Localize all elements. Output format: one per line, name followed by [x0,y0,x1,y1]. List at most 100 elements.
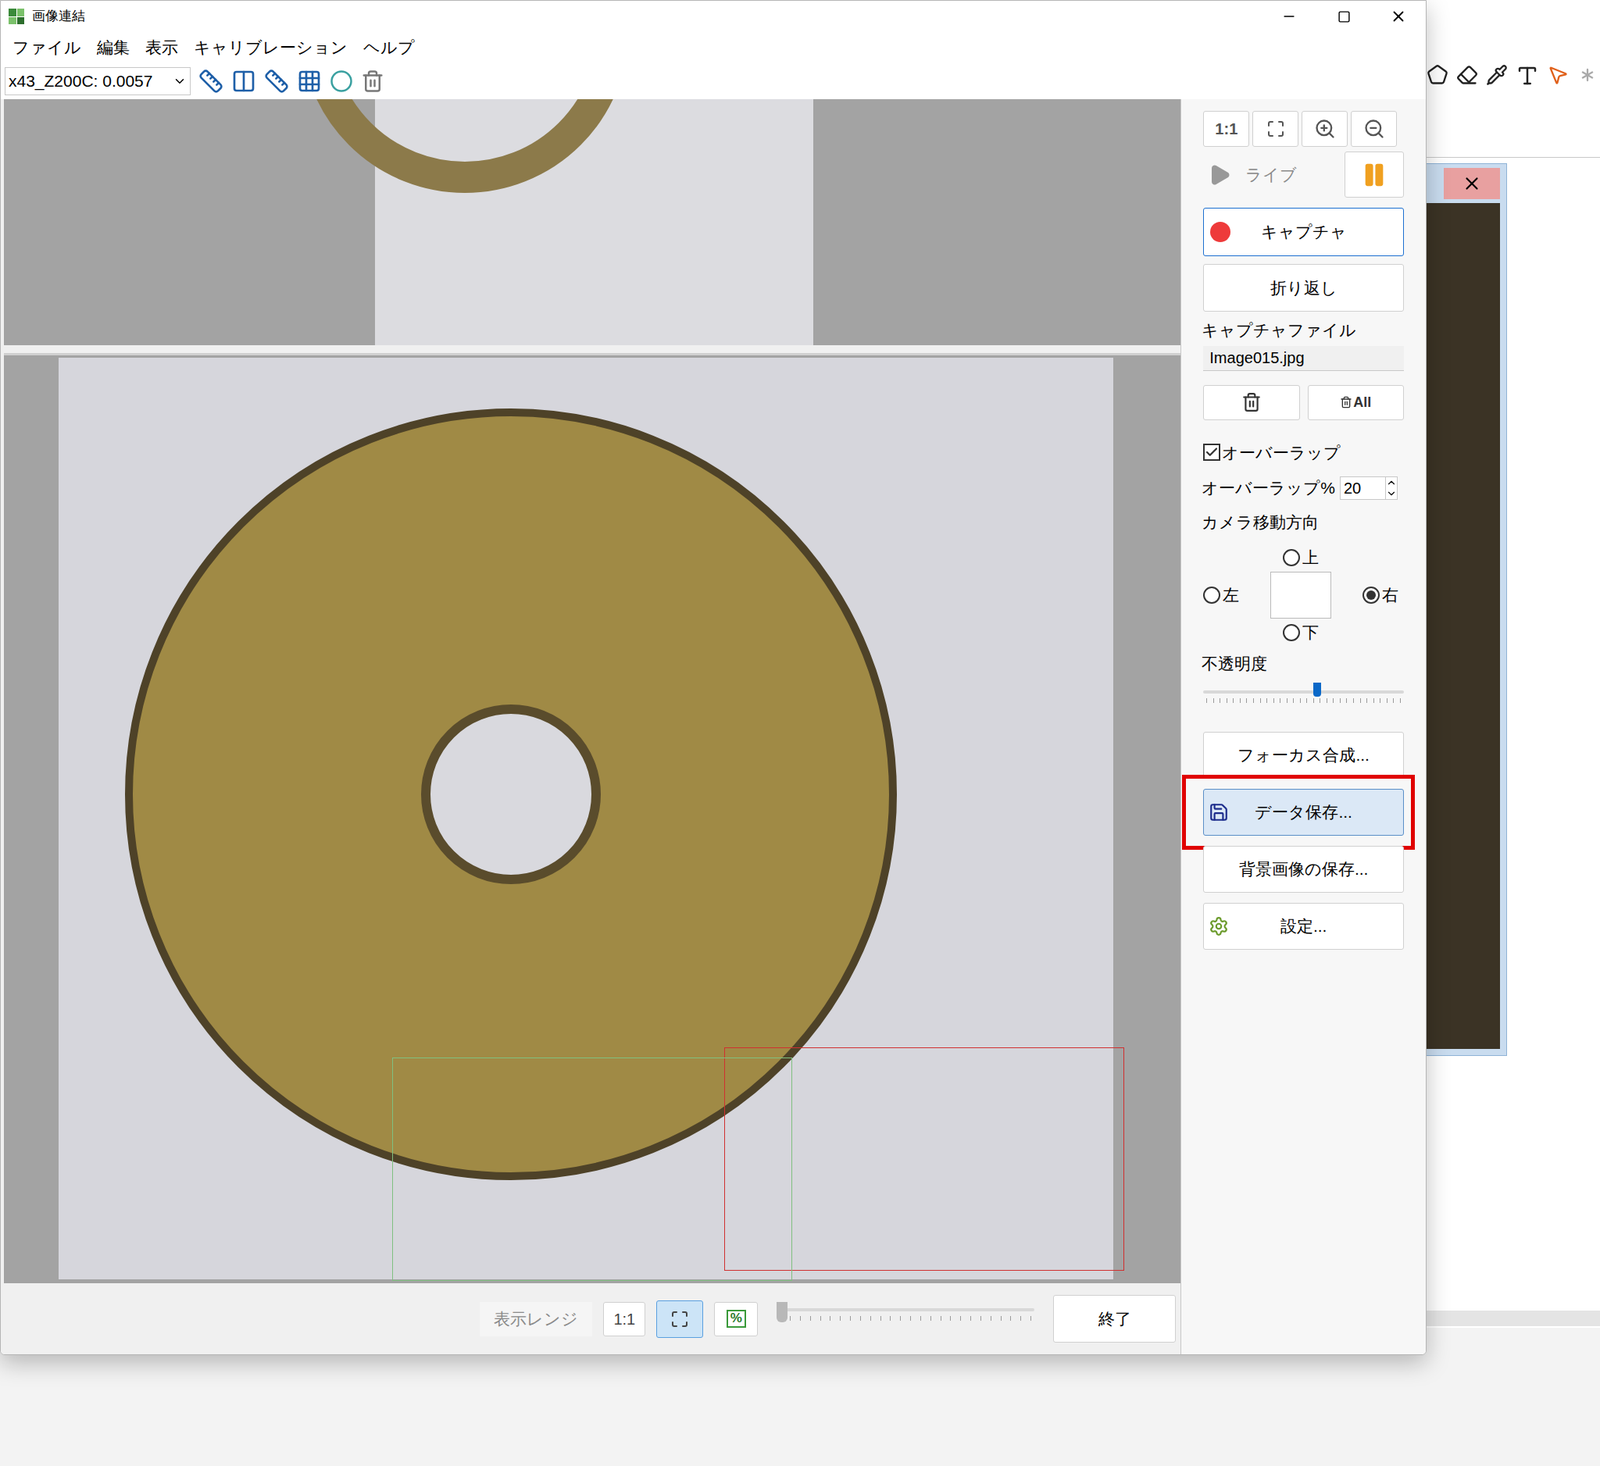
app-window: 画像連結ファイル編集表示キャリブレーションヘルプ x43_Z200C: 0.005… [0,0,1427,1356]
direction-radio[interactable]: 左 [1203,582,1240,608]
action-button[interactable]: 背景画像の保存... [1203,846,1404,893]
maximize-button[interactable] [1316,0,1372,33]
minimize-icon [1281,8,1297,25]
overlap-checkbox[interactable]: オーバーラップ [1203,440,1404,466]
fit-icon [1266,119,1286,139]
capture-file-field[interactable]: Image015.jpg [1203,346,1404,372]
floppy-icon [1208,802,1229,823]
display-range-button[interactable]: 表示レンジ [479,1302,593,1337]
eraser-icon[interactable] [1456,64,1479,86]
stitched-viewer[interactable] [3,355,1181,1284]
radio-circle-icon [1282,624,1300,642]
micron-scale-icon[interactable] [264,68,290,94]
capture-file-label: キャプチャファイル [1201,317,1404,343]
action-button[interactable]: データ保存... [1203,789,1404,836]
direction-radio[interactable]: 上 [1282,545,1319,571]
pause-icon [1360,161,1388,189]
overlap-percent-row: オーバーラップ%20 [1201,475,1404,501]
zoom-in-button[interactable] [1301,110,1348,147]
radio-circle-icon [1362,586,1380,604]
window-title: 画像連結 [32,6,86,27]
zoom-slider[interactable] [776,1302,1035,1337]
direction-label: カメラ移動方向 [1201,510,1404,536]
action-buttons: フォーカス合成... データ保存... 背景画像の保存... 設定... [1203,732,1404,950]
fit-icon [670,1310,690,1329]
viewer-splitter[interactable] [3,345,1181,356]
content: 表示レンジ 1:1% 終了 1:1 ライブキャプチャ折り返しキャプチャファイル Image… [0,99,1426,1355]
direction-radio[interactable]: 下 [1282,620,1319,646]
sparkle-icon[interactable] [1576,64,1599,86]
actual-size-button[interactable]: 1:1 [603,1302,646,1337]
scale-bar-icon[interactable] [231,68,257,94]
direction-radio[interactable]: 右 [1362,582,1399,608]
control-panel: 1:1 ライブキャプチャ折り返しキャプチャファイル Image015.jpg All オ… [1180,99,1426,1355]
slider-ticks [1203,698,1404,704]
circle-measure-icon[interactable] [329,69,354,93]
viewer-column: 表示レンジ 1:1% 終了 [0,99,1181,1355]
capture-button[interactable]: キャプチャ [1203,207,1404,257]
grid-scale-icon[interactable] [296,68,322,94]
preview-close-button[interactable] [1443,167,1500,200]
pipette-icon[interactable] [1485,64,1508,86]
zoom-in-icon [1314,117,1336,140]
zoom-out-button[interactable] [1350,110,1397,147]
preview-image [375,99,814,346]
live-button[interactable]: ライブ [1203,151,1340,198]
delete-all-button[interactable]: All [1307,385,1404,421]
action-button[interactable]: フォーカス合成... [1203,732,1404,779]
horizontal-ruler-icon[interactable] [198,68,224,94]
spin-down-icon[interactable] [1385,488,1397,500]
slider-ticks [776,1316,1035,1322]
close-icon [1461,173,1483,194]
menu-item[interactable]: キャリブレーション [186,35,355,61]
shape-icon[interactable] [1426,64,1449,86]
zoom-buttons: 1:1 [1203,110,1404,147]
live-row: ライブ [1203,151,1404,198]
radio-circle-icon [1282,549,1300,567]
toolbar: x43_Z200C: 0.0057 [0,63,1426,100]
fit-button[interactable] [1252,110,1299,147]
opacity-label: 不透明度 [1201,651,1404,677]
text-tool-icon[interactable] [1515,64,1540,88]
close-button[interactable] [1371,0,1426,33]
direction-radios: 上左 右下 [1203,545,1404,646]
preview-viewer[interactable] [3,99,1181,346]
wrap-button[interactable]: 折り返し [1203,264,1404,312]
record-dot-icon [1210,221,1231,243]
exit-button[interactable]: 終了 [1053,1295,1176,1343]
spin-up-icon[interactable] [1385,477,1397,489]
delete-button[interactable] [1203,385,1300,421]
settings-icon [1208,916,1229,937]
actual-size-button[interactable]: 1:1 [1203,110,1250,147]
arrow-tool-icon[interactable] [1546,64,1569,86]
bottom-bar: 表示レンジ 1:1% 終了 [3,1283,1181,1355]
pause-button[interactable] [1344,151,1404,198]
fit-button[interactable] [656,1300,704,1339]
coin-hole [421,704,601,885]
app-icon [8,8,25,25]
capture-frame-current [724,1047,1125,1272]
dropdown-arrow-icon [172,74,187,89]
close-icon [1389,7,1408,25]
maximize-icon [1337,10,1351,24]
highlight-frame [1182,775,1415,850]
menu-item[interactable]: 編集 [89,35,137,61]
calibration-dropdown[interactable]: x43_Z200C: 0.0057 [4,67,191,96]
title-bar: 画像連結 [0,0,1426,33]
direction-box [1270,571,1332,619]
capture-frame-previous [392,1057,793,1282]
minimize-button[interactable] [1261,0,1317,33]
percent-button[interactable]: % [714,1302,758,1337]
menu-item[interactable]: ファイル [5,35,89,61]
radio-circle-icon [1203,586,1221,604]
menu-item[interactable]: 表示 [138,35,186,61]
play-icon [1207,163,1232,187]
action-button[interactable]: 設定... [1203,903,1404,950]
desktop: 画像連結ファイル編集表示キャリブレーションヘルプ x43_Z200C: 0.005… [0,0,1600,1466]
overlap-spinner[interactable]: 20 [1339,476,1398,500]
menu-item[interactable]: ヘルプ [356,35,422,61]
checkbox-icon [1203,443,1221,461]
trash-icon[interactable] [360,69,385,93]
opacity-slider[interactable] [1203,687,1404,711]
delete-buttons: All [1203,385,1404,421]
